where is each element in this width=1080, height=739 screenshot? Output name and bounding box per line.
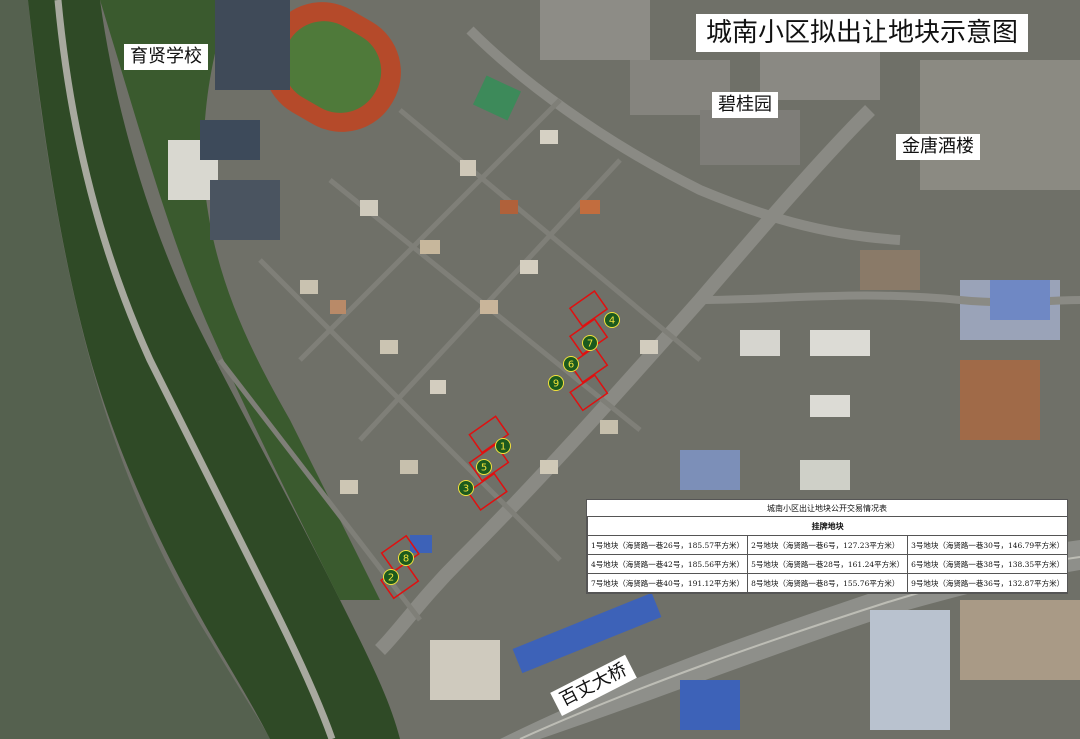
parcel-6-label: 6 <box>568 360 574 371</box>
map-title: 城南小区拟出让地块示意图 <box>696 14 1029 52</box>
tower-block <box>700 110 800 165</box>
table-cell: 6号地块（海贤路一巷38号，138.35平方米） <box>907 554 1069 574</box>
table-title: 城南小区出让地块公开交易情况表 <box>767 504 887 513</box>
label-jintang-restaurant: 金唐酒楼 <box>896 134 980 160</box>
table-row: 1号地块（海贤路一巷26号，185.57平方米） 2号地块（海贤路一巷6号，12… <box>586 535 1069 555</box>
parcel-9-badge: 9 <box>548 375 564 391</box>
parcel-2-label: 2 <box>388 573 394 584</box>
parcel-8-label: 8 <box>403 554 409 565</box>
parcel-4-badge: 4 <box>604 312 620 328</box>
blue-roof <box>680 450 740 490</box>
parcel-6-badge: 6 <box>563 356 579 372</box>
south-yard <box>430 640 500 700</box>
transaction-table-panel: 城南小区出让地块公开交易情况表 挂牌地块 1号地块（海贤路一巷26号，185.5… <box>586 499 1069 594</box>
parcel-2-badge: 2 <box>383 569 399 585</box>
industrial-roof <box>960 600 1080 680</box>
parcel-3-badge: 3 <box>458 480 474 496</box>
parcel-5-label: 5 <box>481 463 487 474</box>
parcel-1-badge: 1 <box>495 438 511 454</box>
label-biguiyuan: 碧桂园 <box>712 92 778 118</box>
parcel-5-badge: 5 <box>476 459 492 475</box>
parcel-7-badge: 7 <box>582 335 598 351</box>
parcel-1-label: 1 <box>500 442 506 453</box>
school-building <box>210 180 280 240</box>
school-building <box>215 0 290 90</box>
table-cell: 4号地块（海贤路一巷42号，185.56平方米） <box>586 554 749 574</box>
table-cell: 1号地块（海贤路一巷26号，185.57平方米） <box>586 535 749 555</box>
east-block <box>920 60 1080 190</box>
table-cell: 3号地块（海贤路一巷30号，146.79平方米） <box>907 535 1069 555</box>
transaction-table: 挂牌地块 1号地块（海贤路一巷26号，185.57平方米） 2号地块（海贤路一巷… <box>586 516 1069 593</box>
table-row: 7号地块（海贤路一巷40号，191.12平方米） 8号地块（海贤路一巷8号，15… <box>586 573 1069 593</box>
table-header: 挂牌地块 <box>586 516 1069 536</box>
industrial-roof <box>870 610 950 730</box>
table-header-row: 挂牌地块 <box>586 516 1069 536</box>
satellite-map: 4 7 6 9 1 5 3 8 2 <box>0 0 1080 739</box>
table-cell: 9号地块（海贤路一巷36号，132.87平方米） <box>907 573 1069 593</box>
table-cell: 2号地块（海贤路一巷6号，127.23平方米） <box>747 535 909 555</box>
parcel-3-label: 3 <box>463 484 469 495</box>
table-row: 4号地块（海贤路一巷42号，185.56平方米） 5号地块（海贤路一巷28号，1… <box>586 554 1069 574</box>
table-cell: 5号地块（海贤路一巷28号，161.24平方米） <box>747 554 909 574</box>
industrial-roof <box>680 680 740 730</box>
label-school: 育贤学校 <box>124 44 208 70</box>
tower-block <box>760 50 880 100</box>
parcel-4-label: 4 <box>609 316 615 327</box>
blue-roof <box>990 280 1050 320</box>
east-block <box>960 360 1040 440</box>
table-cell: 8号地块（海贤路一巷8号，155.76平方米） <box>747 573 909 593</box>
table-cell: 7号地块（海贤路一巷40号，191.12平方米） <box>586 573 749 593</box>
school-building <box>200 120 260 160</box>
parcel-9-label: 9 <box>553 379 559 390</box>
parcel-7-label: 7 <box>587 339 593 350</box>
blue-roof <box>410 535 432 553</box>
parcel-8-badge: 8 <box>398 550 414 566</box>
tower-block <box>540 0 650 60</box>
